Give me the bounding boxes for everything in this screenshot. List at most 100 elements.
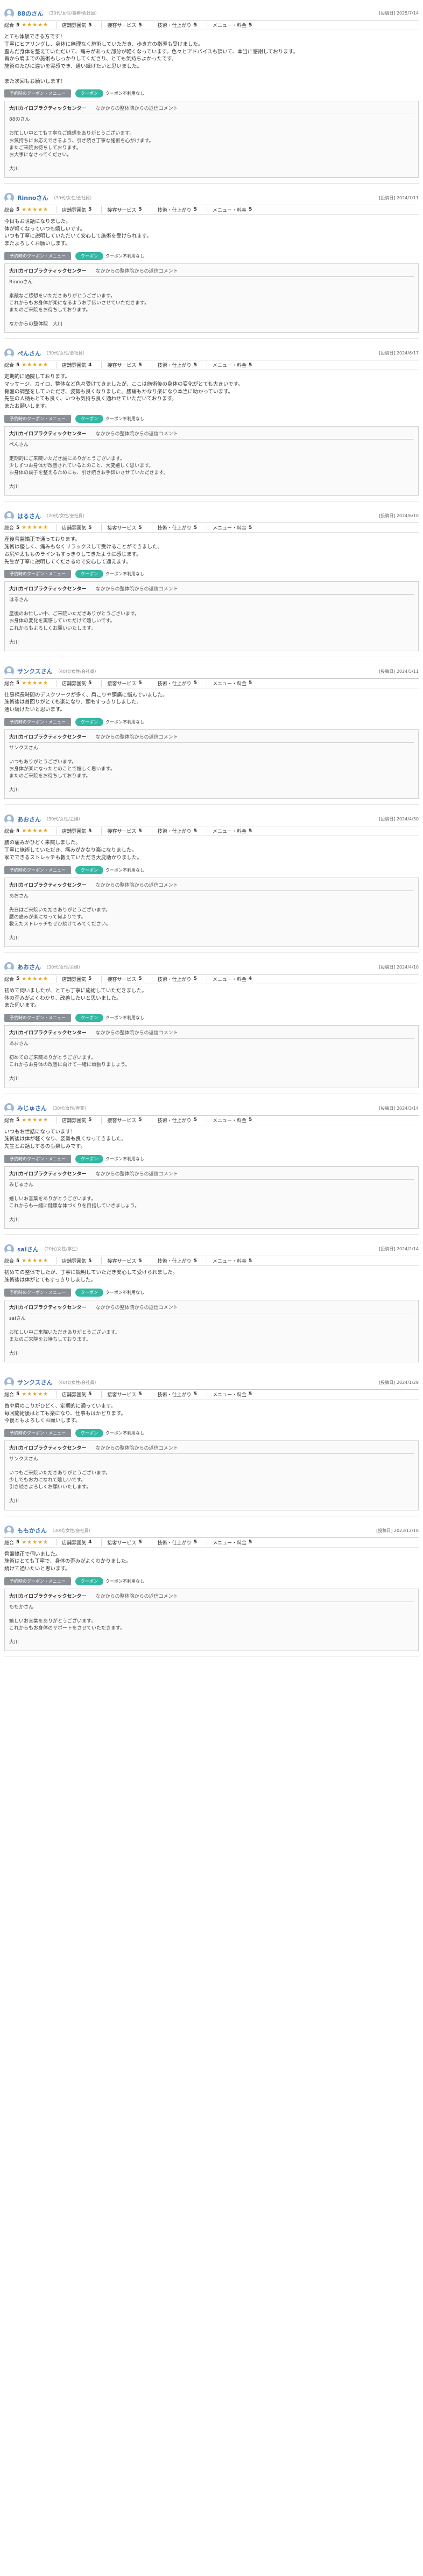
rating-atmosphere: 店舗雰囲気 4 [62,361,102,369]
rating-label: メニュー・料金 [212,681,246,687]
rating-price: メニュー・料金 5 [213,827,262,835]
avatar-icon [4,962,14,972]
reply-title: 大川カイロプラクティックセンター なかからの整体院からの返信コメント [9,1444,414,1454]
reply-title: 大川カイロプラクティックセンター なかからの整体院からの返信コメント [9,1170,414,1180]
rating-value: 5 [88,1391,92,1397]
course-tag: 予約時のクーポン・メニュー [4,414,71,423]
reply-body: はるさん 産後のお忙しい中、ご来院いただきありがとうございます。 お身体の変化を… [9,597,140,645]
rating-value: 5 [138,207,142,213]
rating-price: メニュー・料金 4 [213,976,262,983]
rating-technique: 技術・仕上がり 5 [158,1538,207,1546]
rating-atmosphere: 店舗雰囲気 5 [62,524,102,532]
reviewer-name[interactable]: サンクスさん [17,667,53,676]
rating-value: 5 [248,362,252,368]
rating-row: 総合 5 ★★★★★ 店舗雰囲気 5 接客サービス 5 技術・仕上がり 5 メニ… [4,679,419,688]
reply-heading: なかからの整体院からの返信コメント [95,106,178,112]
salon-name: 大川カイロプラクティックセンター [9,268,87,274]
rating-overall: 総合 5 ★★★★★ [4,1390,57,1398]
coupon-tag: クーポン クーポン不利用なし [75,1154,144,1163]
coupon-status: クーポン不利用なし [105,719,144,725]
salon-name: 大川カイロプラクティックセンター [9,106,87,112]
reviewer-name[interactable]: サンクスさん [17,1378,53,1387]
rating-row: 総合 5 ★★★★★ 店舗雰囲気 5 接客サービス 5 技術・仕上がり 5 メニ… [4,205,419,215]
rating-atmosphere: 店舗雰囲気 5 [62,1390,102,1398]
coupon-tag: クーポン クーポン不利用なし [75,252,144,260]
rating-value: 5 [193,976,197,982]
coupon-status: クーポン不利用なし [105,572,144,577]
rating-price: メニュー・料金 5 [213,361,262,369]
review-header: あおさん （30代/女性/主婦） [投稿日] 2024/4/10 [4,960,419,974]
rating-price: メニュー・料金 5 [213,1539,262,1546]
rating-value: 5 [248,680,252,686]
coupon-pill: クーポン [75,1014,103,1022]
reviewer-name[interactable]: ももかさん [17,1526,47,1535]
reviewer-name[interactable]: saiさん [17,1245,39,1254]
rating-atmosphere: 店舗雰囲気 5 [62,22,102,29]
reply-heading: なかからの整体院からの返信コメント [95,431,178,437]
review-body: 骨盤矯正で伺いました。 施術はとても丁寧で、身体の歪みがよくわかりました。 続け… [4,1551,131,1572]
reply-title: 大川カイロプラクティックセンター なかからの整体院からの返信コメント [9,585,414,595]
review-body: 首や肩のこりがひどく、定期的に通っています。 毎回施術後はとても楽になり、仕事も… [4,1403,126,1424]
rating-label: 接客サービス [107,829,137,835]
rating-value: 5 [248,828,252,834]
review-item: サンクスさん （40代/女性/会社員） [投稿日] 2024/5/11 総合 5… [4,662,419,805]
rating-value: 5 [16,1117,20,1123]
rating-label: 接客サービス [107,1118,137,1124]
review-header: ぺんさん （30代/女性/会社員） [投稿日] 2024/6/17 [4,346,419,361]
reply-body: あおさん 初めてのご来院ありがとうございます。 これからお身体の改善に向けて一緒… [9,1041,130,1082]
coupon-pill: クーポン [75,414,103,423]
reviewer-name[interactable]: はるさん [17,512,41,520]
review-date: [投稿日] 2024/5/11 [379,669,419,674]
reply-body: ぺんさん 定期的にご来院いただき誠にありがとうございます。 少しずつお身体が改善… [9,442,168,490]
reviewer-name[interactable]: あおさん [17,963,41,971]
reviewer-name[interactable]: みじゅさん [17,1104,47,1112]
reviewer-name[interactable]: Rinnoさん [17,193,48,202]
avatar-icon [4,1526,14,1536]
rating-label: 総合 [4,1392,15,1398]
rating-label: 接客サービス [107,1392,137,1398]
rating-atmosphere: 店舗雰囲気 5 [62,827,102,835]
review-tags: 予約時のクーポン・メニュー クーポン クーポン不利用なし [4,570,419,579]
review-body: 今日もお世話になりました。 体が軽くなっていつも嬉しいです。 いつも丁寧に説明し… [4,218,152,247]
reply-body: saiさん お忙しい中ご来院いただきありがとうございます。 またのご来院をお待ち… [9,1315,121,1356]
reply-heading: なかからの整体院からの返信コメント [95,1593,178,1599]
rating-atmosphere: 店舗雰囲気 5 [62,679,102,687]
rating-label: 店舗雰囲気 [62,681,87,687]
rating-label: メニュー・料金 [212,1259,246,1265]
reply-body: 88のさん お忙しい中とても丁寧なご感想をありがとうございます。 お気持ちにお応… [9,117,154,172]
rating-technique: 技術・仕上がり 5 [158,22,207,29]
rating-value: 5 [193,362,197,368]
reviewer-meta: （30代/女性/事務/会社員） [46,11,100,16]
reply-title: 大川カイロプラクティックセンター なかからの整体院からの返信コメント [9,105,414,115]
rating-service: 接客サービス 5 [107,1538,152,1546]
rating-value: 5 [16,207,20,213]
rating-label: 技術・仕上がり [157,829,192,835]
reviewer-name[interactable]: ぺんさん [17,349,41,358]
rating-label: 総合 [4,681,15,687]
rating-value: 5 [193,828,197,834]
star-rating-icon: ★★★★★ [22,828,49,834]
rating-label: 総合 [4,526,15,532]
reviewer-name[interactable]: 88のさん [17,9,43,18]
rating-value: 5 [138,976,142,982]
rating-value: 4 [88,1540,92,1545]
coupon-tag: クーポン クーポン不利用なし [75,570,144,579]
star-rating-icon: ★★★★★ [22,525,49,531]
rating-value: 5 [138,1391,142,1397]
rating-value: 5 [138,1117,142,1123]
rating-technique: 技術・仕上がり 5 [158,361,207,369]
rating-label: 店舗雰囲気 [62,207,87,213]
avatar-icon [4,814,14,824]
review-item: みじゅさん （30代/女性/専業） [投稿日] 2024/3/14 総合 5 ★… [4,1098,419,1235]
rating-value: 5 [88,22,92,28]
reviewer-name[interactable]: あおさん [17,815,41,824]
course-tag: 予約時のクーポン・メニュー [4,1154,71,1163]
rating-value: 5 [138,525,142,531]
rating-label: メニュー・料金 [212,526,246,532]
salon-name: 大川カイロプラクティックセンター [9,1031,87,1036]
rating-service: 接客サービス 5 [107,361,152,369]
salon-reply: 大川カイロプラクティックセンター なかからの整体院からの返信コメント はるさん … [4,581,419,651]
reply-heading: なかからの整体院からの返信コメント [95,734,178,740]
coupon-status: クーポン不利用なし [105,1015,144,1021]
review-tags: 予約時のクーポン・メニュー クーポン クーポン不利用なし [4,1014,419,1022]
